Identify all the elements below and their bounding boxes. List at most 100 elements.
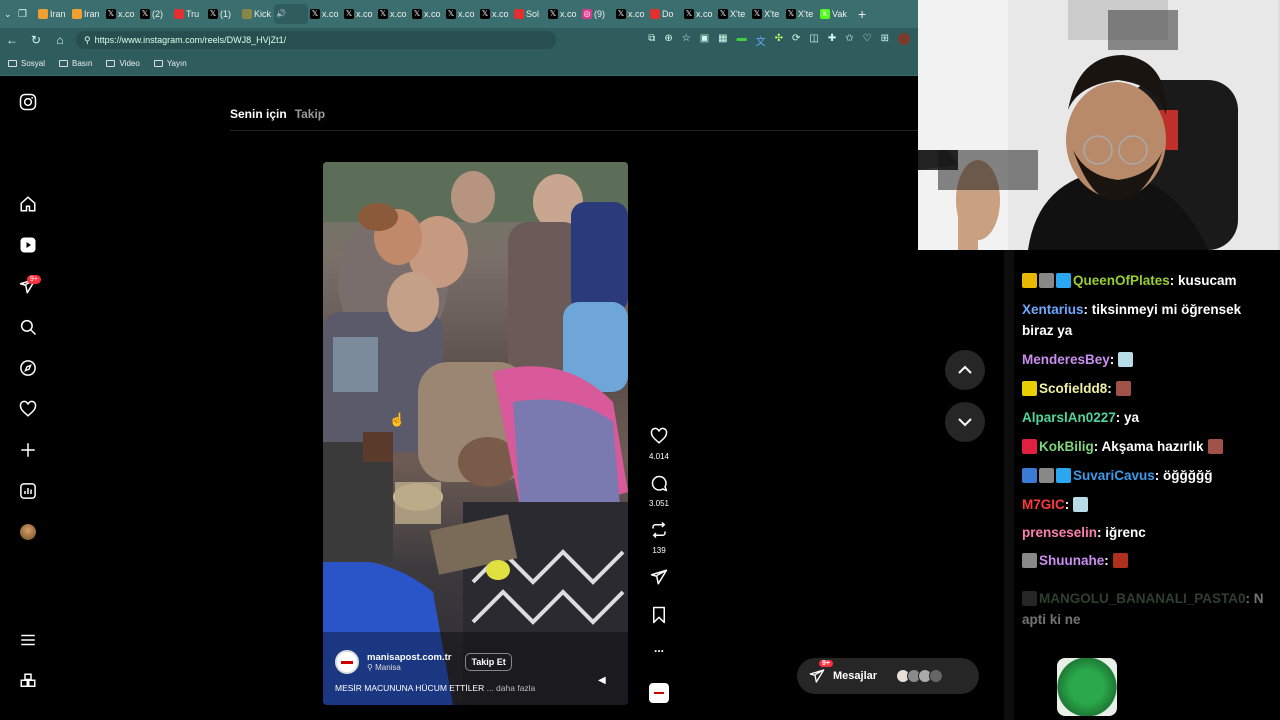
chat-emote-icon[interactable] [1118, 352, 1134, 367]
previous-reel-button[interactable] [945, 350, 985, 390]
browser-tab[interactable]: 𝕏x.co [410, 4, 444, 24]
account-avatar[interactable] [335, 650, 359, 674]
browser-tab[interactable]: 𝕏x.co [682, 4, 716, 24]
volume-icon[interactable]: ◀︎ [598, 675, 606, 686]
dashboard-icon[interactable] [17, 480, 39, 502]
site-info-icon[interactable]: ⚲ [84, 35, 91, 45]
browser-tab[interactable]: 𝕏 (2) [138, 4, 172, 24]
follow-button[interactable]: Takip Et [465, 653, 512, 671]
caption-more-link[interactable]: ... daha fazla [487, 683, 536, 693]
split-screen-icon[interactable]: ◫ [809, 33, 818, 48]
audio-thumbnail[interactable] [640, 683, 678, 708]
reel-video[interactable]: manisapost.com.tr ⚲ Manisa Takip Et MESİ… [323, 162, 628, 705]
workspaces-icon[interactable]: ❐ [18, 9, 36, 20]
extension-icon[interactable]: ▣ [700, 33, 709, 48]
repost-action[interactable]: 139 [640, 521, 678, 555]
also-from-meta-icon[interactable] [17, 670, 39, 692]
url-input[interactable]: ⚲ https://www.instagram.com/reels/DWJ8_HV… [76, 31, 556, 49]
chat-badge-icon[interactable] [1022, 381, 1037, 396]
reels-icon[interactable] [17, 234, 39, 256]
chat-badge-icon[interactable] [1039, 468, 1054, 483]
extension-icon[interactable]: ▦ [718, 33, 727, 48]
chat-emote-icon[interactable] [1207, 439, 1223, 454]
more-options-button[interactable]: ... [640, 641, 678, 655]
like-action[interactable]: 4.014 [640, 427, 678, 461]
tab-following[interactable]: Takip [295, 107, 325, 121]
chat-username[interactable]: Scofieldd8 [1039, 381, 1107, 396]
browser-tab[interactable]: 𝕏 X'te [750, 4, 784, 24]
bookmark-icon[interactable] [650, 606, 668, 624]
browser-tab[interactable]: Kick [240, 4, 274, 24]
chat-username[interactable]: Xentarius [1022, 302, 1084, 317]
browser-tab[interactable]: 𝕏x.co [376, 4, 410, 24]
home-icon[interactable]: ⌂ [48, 33, 72, 47]
instagram-logo-icon[interactable] [17, 91, 39, 113]
chat-username[interactable]: M7GIC [1022, 497, 1065, 512]
profile-avatar[interactable] [898, 32, 910, 45]
extension-icon[interactable]: ✣ [775, 33, 783, 48]
home-icon[interactable] [17, 193, 39, 215]
browser-essentials-icon[interactable]: ♡ [863, 33, 872, 48]
chat-emote-icon[interactable] [1073, 497, 1089, 512]
browser-tab[interactable]: 𝕏 X'te [716, 4, 750, 24]
bookmark-folder-press[interactable]: Basın [59, 59, 92, 68]
zoom-icon[interactable]: ⊕ [664, 33, 672, 48]
chat-emote-icon[interactable] [1112, 553, 1128, 568]
browser-tab[interactable]: 𝕏 X'te [784, 4, 818, 24]
browser-tab[interactable]: 𝕏x.co [342, 4, 376, 24]
comment-icon[interactable] [650, 474, 668, 492]
chat-scrollbar[interactable] [1004, 250, 1014, 720]
extensions-puzzle-icon[interactable]: ✚ [828, 33, 836, 48]
share-action[interactable] [640, 568, 678, 591]
browser-tab[interactable]: 𝕏 (1) [206, 4, 240, 24]
new-tab-button[interactable]: + [858, 6, 866, 22]
translate-extension-icon[interactable]: 文 [756, 33, 766, 48]
send-icon[interactable] [650, 568, 668, 586]
chat-badge-icon[interactable] [1039, 273, 1054, 288]
chat-badge-icon[interactable] [1056, 468, 1071, 483]
browser-tab[interactable]: 𝕏x.co [614, 4, 648, 24]
bookmark-folder-stream[interactable]: Yayın [153, 59, 187, 68]
chat-badge-icon[interactable] [1022, 553, 1037, 568]
browser-tab[interactable]: 🔊 [274, 4, 308, 24]
account-name[interactable]: manisapost.com.tr [367, 652, 451, 663]
search-icon[interactable] [17, 316, 39, 338]
reload-icon[interactable]: ↻ [24, 33, 48, 47]
browser-tab[interactable]: Sol [512, 4, 546, 24]
chat-username[interactable]: SuvariCavus [1073, 468, 1155, 483]
collections-icon[interactable]: ⊞ [881, 33, 889, 48]
messages-button[interactable]: 9+ Mesajlar [797, 658, 979, 694]
chat-username[interactable]: Shuunahe [1039, 553, 1104, 568]
chat-emote-icon[interactable] [1115, 381, 1131, 396]
tab-menu-chevron-icon[interactable]: ⌄ [4, 9, 18, 20]
bookmark-folder-video[interactable]: Video [106, 59, 140, 68]
browser-tab[interactable]: 𝕏x.co [478, 4, 512, 24]
chat-username[interactable]: MANGOLU_BANANALI_PASTA0 [1039, 591, 1246, 606]
browser-tab[interactable]: 𝕏x.co [546, 4, 580, 24]
profile-avatar[interactable] [17, 521, 39, 543]
next-reel-button[interactable] [945, 402, 985, 442]
chat-username[interactable]: KokBilig [1039, 439, 1094, 454]
browser-tab[interactable]: Tru [172, 4, 206, 24]
chat-username[interactable]: MenderesBey [1022, 352, 1110, 367]
chat-badge-icon[interactable] [1022, 439, 1037, 454]
tab-for-you[interactable]: Senin için [230, 107, 287, 121]
browser-tab[interactable]: 𝕏x.co [104, 4, 138, 24]
chat-badge-icon[interactable] [1056, 273, 1071, 288]
browser-tab[interactable]: Iran [36, 4, 70, 24]
browser-tab[interactable]: Iran [70, 4, 104, 24]
browser-tab[interactable]: 𝕏x.co [308, 4, 342, 24]
chat-username[interactable]: prenseselin [1022, 525, 1097, 540]
repost-icon[interactable] [650, 521, 668, 539]
heart-icon[interactable] [650, 427, 668, 445]
location-label[interactable]: Manisa [375, 663, 401, 672]
heart-icon[interactable] [17, 398, 39, 420]
extension-icon[interactable]: ▬ [737, 33, 747, 48]
menu-hamburger-icon[interactable] [17, 629, 39, 651]
app-available-icon[interactable]: ⧉ [648, 33, 655, 48]
save-action[interactable] [640, 606, 678, 629]
back-icon[interactable]: ← [0, 33, 24, 47]
explore-compass-icon[interactable] [17, 357, 39, 379]
favorites-icon[interactable]: ✩ [845, 33, 853, 48]
comment-action[interactable]: 3.051 [640, 474, 678, 508]
